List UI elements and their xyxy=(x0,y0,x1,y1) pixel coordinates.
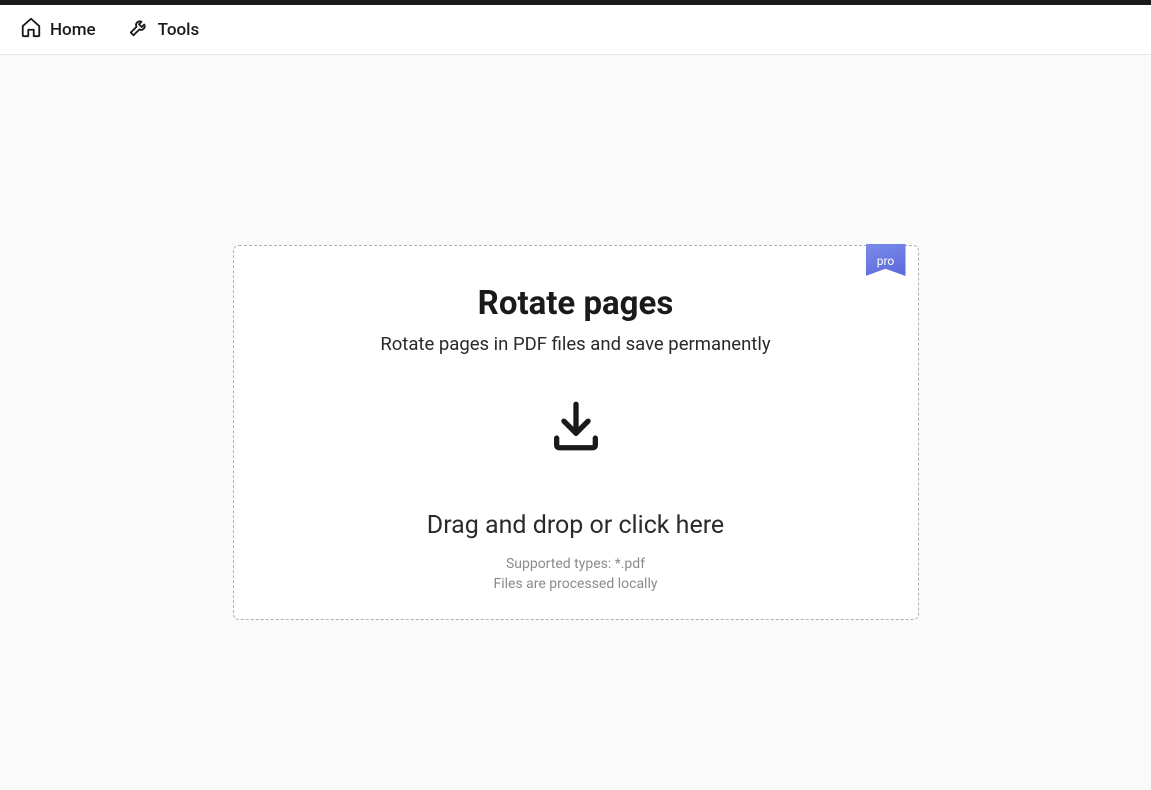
nav-tools[interactable]: Tools xyxy=(128,16,200,43)
nav-tools-label: Tools xyxy=(158,20,200,40)
page-title: Rotate pages xyxy=(478,284,674,323)
supported-types: Supported types: *.pdf xyxy=(506,556,645,572)
pro-badge: pro xyxy=(866,244,906,284)
page-subtitle: Rotate pages in PDF files and save perma… xyxy=(380,333,770,355)
processed-locally: Files are processed locally xyxy=(493,576,657,592)
wrench-icon xyxy=(128,16,150,43)
home-icon xyxy=(20,16,42,43)
nav-home[interactable]: Home xyxy=(20,16,96,43)
file-dropzone[interactable]: pro Rotate pages Rotate pages in PDF fil… xyxy=(233,245,919,620)
download-icon xyxy=(547,397,605,459)
drag-prompt: Drag and drop or click here xyxy=(427,511,724,540)
nav-home-label: Home xyxy=(50,20,96,40)
top-nav: Home Tools xyxy=(0,5,1151,55)
pro-badge-label: pro xyxy=(877,254,895,268)
main-content: pro Rotate pages Rotate pages in PDF fil… xyxy=(0,55,1151,790)
